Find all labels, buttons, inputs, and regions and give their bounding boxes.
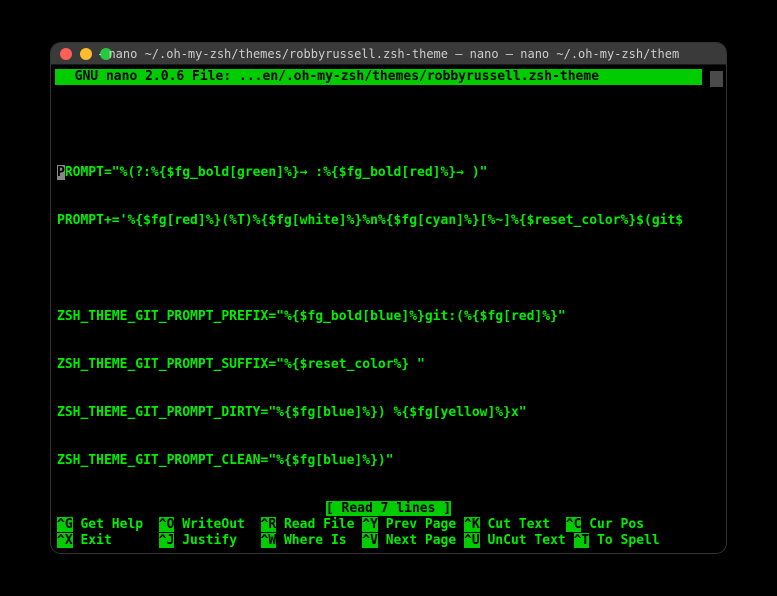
title-text: ~ — nano ~/.oh-my-zsh/themes/robbyrussel… — [99, 47, 679, 61]
file-line: ZSH_THEME_GIT_PROMPT_SUFFIX="%{$reset_co… — [57, 357, 720, 373]
shortcut-key: ^J — [159, 533, 175, 548]
line-text: ROMPT="%(?:%{$fg_bold[green]%}→ :%{$fg_b… — [65, 165, 488, 180]
shortcut-key: ^X — [57, 533, 73, 548]
file-line: PROMPT+='%{$fg[red]%}(%T)%{$fg[white]%}%… — [57, 213, 720, 229]
file-line: PROMPT="%(?:%{$fg_bold[green]%}→ :%{$fg_… — [57, 165, 720, 181]
terminal-body[interactable]: GNU nano 2.0.6 File: ...en/.oh-my-zsh/th… — [51, 65, 726, 553]
shortcut-key: ^Y — [362, 517, 378, 532]
close-icon[interactable] — [60, 48, 72, 60]
file-line: ZSH_THEME_GIT_PROMPT_PREFIX="%{$fg_bold[… — [57, 309, 720, 325]
shortcut-key: ^U — [464, 533, 480, 548]
editor-content[interactable]: PROMPT="%(?:%{$fg_bold[green]%}→ :%{$fg_… — [55, 85, 722, 501]
shortcut-row: ^G Get Help ^O WriteOut ^R Read File ^Y … — [55, 517, 722, 533]
blank-line — [57, 117, 720, 133]
shortcut-key: ^G — [57, 517, 73, 532]
shortcut-key: ^T — [574, 533, 590, 548]
status-line: [ Read 7 lines ] — [55, 501, 722, 517]
file-line — [57, 261, 720, 277]
scrollbar-thumb[interactable] — [710, 71, 723, 87]
shortcut-key: ^O — [159, 517, 175, 532]
shortcuts: ^G Get Help ^O WriteOut ^R Read File ^Y … — [55, 517, 722, 549]
titlebar[interactable]: ⌂ ~ — nano ~/.oh-my-zsh/themes/robbyruss… — [51, 43, 726, 65]
minimize-icon[interactable] — [80, 48, 92, 60]
status-text: [ Read 7 lines ] — [326, 501, 451, 516]
nano-header: GNU nano 2.0.6 File: ...en/.oh-my-zsh/th… — [55, 69, 702, 85]
shortcut-key: ^R — [261, 517, 277, 532]
shortcut-key: ^C — [566, 517, 582, 532]
terminal-window: ⌂ ~ — nano ~/.oh-my-zsh/themes/robbyruss… — [51, 43, 726, 553]
shortcut-key: ^V — [362, 533, 378, 548]
file-line: ZSH_THEME_GIT_PROMPT_CLEAN="%{$fg[blue]%… — [57, 453, 720, 469]
file-line: ZSH_THEME_GIT_PROMPT_DIRTY="%{$fg[blue]%… — [57, 405, 720, 421]
cursor: P — [57, 165, 65, 180]
shortcut-key: ^K — [464, 517, 480, 532]
shortcut-key: ^W — [261, 533, 277, 548]
title-text-wrap: ⌂ ~ — nano ~/.oh-my-zsh/themes/robbyruss… — [99, 47, 679, 61]
shortcut-row: ^X Exit ^J Justify ^W Where Is ^V Next P… — [55, 533, 722, 549]
